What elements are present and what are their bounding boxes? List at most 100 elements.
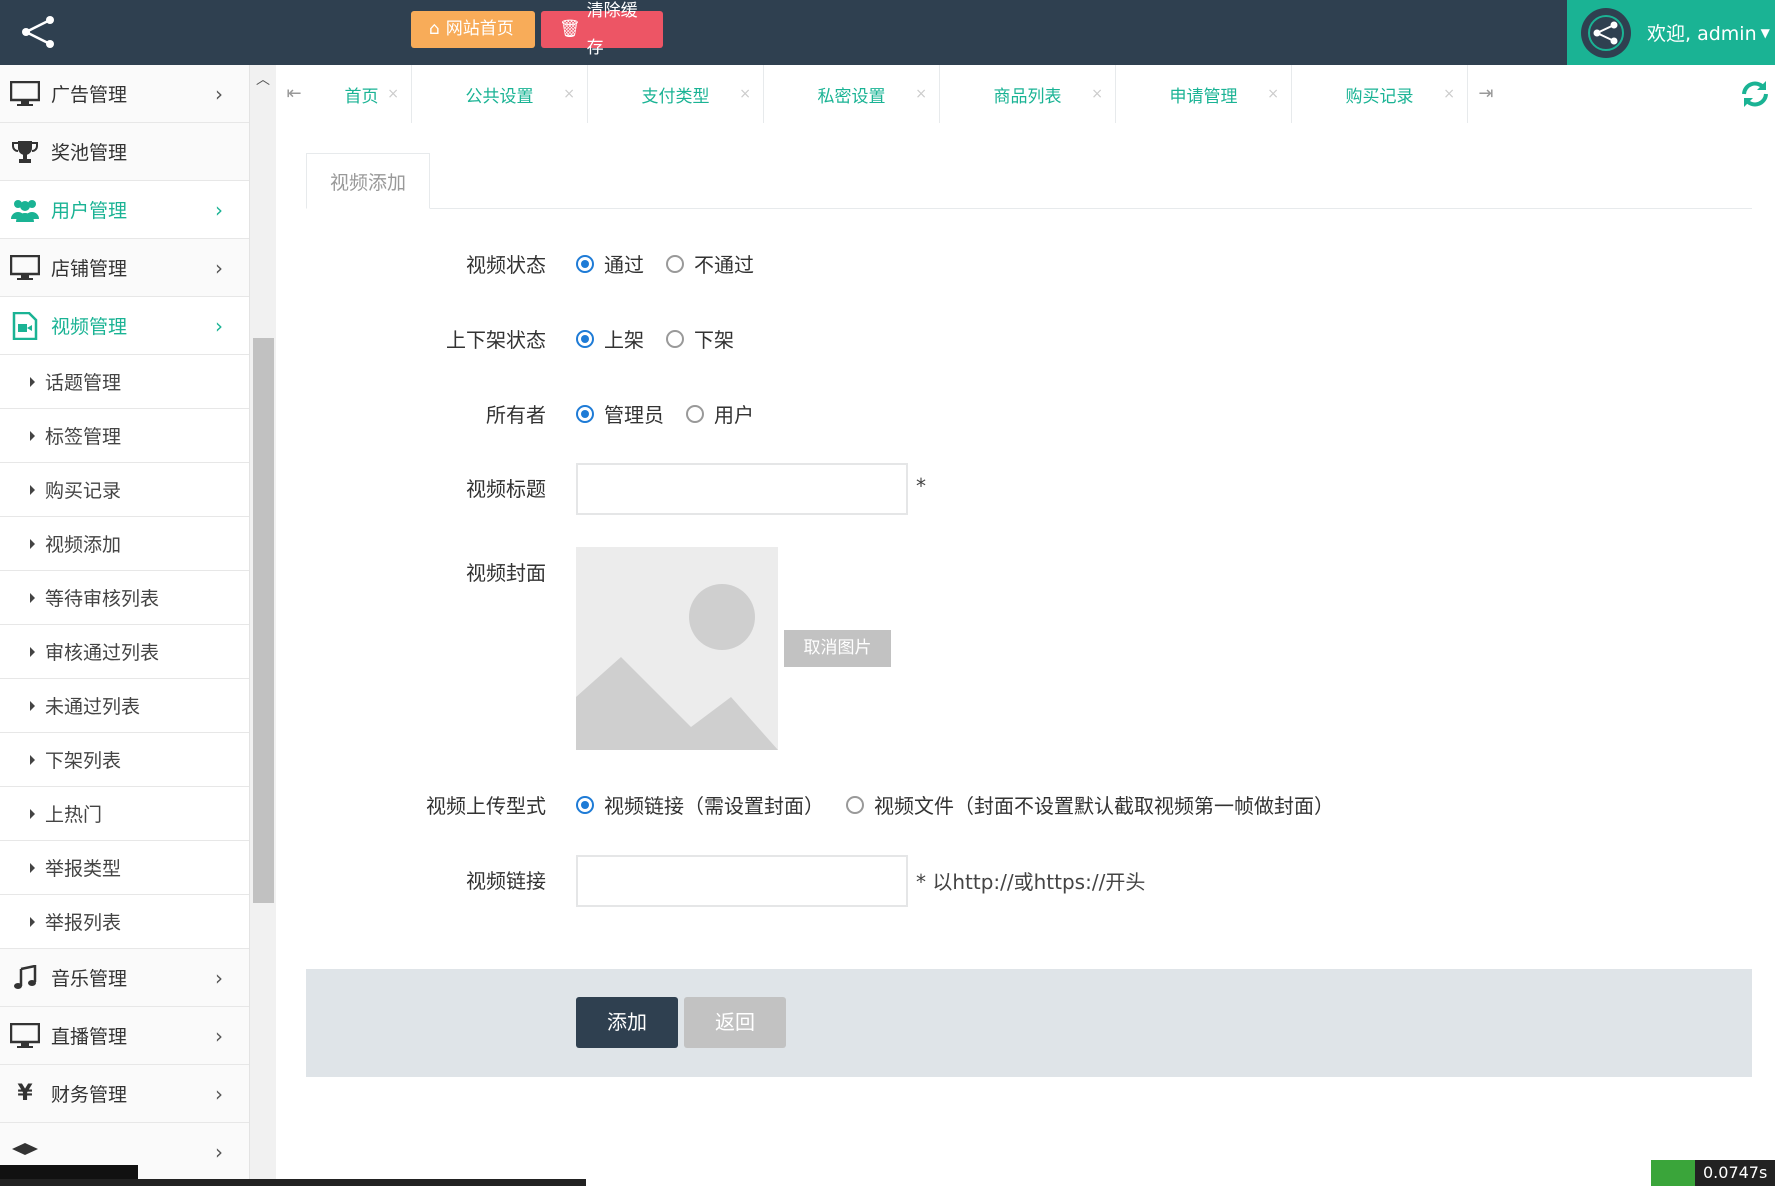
trash-icon: 🗑 bbox=[559, 19, 581, 39]
chevron-up-icon[interactable]: ︿ bbox=[256, 69, 270, 89]
sidebar-subitem-purchases[interactable]: 购买记录 bbox=[0, 463, 249, 517]
sidebar-scrollbar[interactable]: ︿ bbox=[249, 65, 277, 1186]
yen-icon: ¥ bbox=[17, 1081, 33, 1106]
caret-right-icon bbox=[30, 538, 35, 549]
tab-scroll-left-icon[interactable]: ⇤ bbox=[276, 65, 312, 123]
form-tab-add-video[interactable]: 视频添加 bbox=[306, 153, 430, 209]
close-icon[interactable]: × bbox=[915, 86, 927, 102]
sidebar-subitem-offline[interactable]: 下架列表 bbox=[0, 733, 249, 787]
close-icon[interactable]: × bbox=[1443, 86, 1455, 102]
close-icon[interactable]: × bbox=[739, 86, 751, 102]
bottom-bar bbox=[0, 1179, 586, 1186]
clear-cache-button[interactable]: 🗑 清除缓存 bbox=[541, 1, 663, 58]
close-icon[interactable]: × bbox=[563, 86, 575, 102]
chevron-right-icon: › bbox=[215, 81, 223, 106]
sidebar-item-videos[interactable]: 视频管理 › bbox=[0, 297, 249, 355]
status-pass-radio[interactable] bbox=[576, 254, 594, 273]
owner-user-radio[interactable] bbox=[686, 404, 704, 423]
trophy-icon bbox=[9, 136, 41, 168]
tab-applications[interactable]: 申请管理 × bbox=[1116, 65, 1292, 123]
caret-right-icon bbox=[30, 484, 35, 495]
tab-product-list[interactable]: 商品列表 × bbox=[940, 65, 1116, 123]
sidebar-subitem-approved[interactable]: 审核通过列表 bbox=[0, 625, 249, 679]
tab-divider bbox=[306, 208, 1752, 209]
sidebar-item-users[interactable]: 用户管理 › bbox=[0, 181, 249, 239]
chevron-right-icon: › bbox=[215, 965, 223, 990]
tab-home[interactable]: 首页 × bbox=[312, 65, 412, 123]
shelf-off-radio[interactable] bbox=[666, 329, 684, 348]
top-navbar: ⌂ 网站首页 🗑 清除缓存 欢迎, admin ▼ bbox=[0, 0, 1775, 65]
tab-purchase-records[interactable]: 购买记录 × bbox=[1292, 65, 1468, 123]
video-file-icon bbox=[9, 310, 41, 342]
video-title-label: 视频标题 bbox=[466, 477, 546, 501]
chevron-right-icon: › bbox=[215, 313, 223, 338]
tab-payment-types[interactable]: 支付类型 × bbox=[588, 65, 764, 123]
users-icon bbox=[9, 194, 41, 226]
sidebar-item-prize-pool[interactable]: 奖池管理 bbox=[0, 123, 249, 181]
video-status-radio-group: 通过 不通过 bbox=[576, 249, 776, 278]
sidebar-subitem-report-list[interactable]: 举报列表 bbox=[0, 895, 249, 949]
add-button[interactable]: 添加 bbox=[576, 997, 678, 1048]
sidebar-item-live[interactable]: 直播管理 › bbox=[0, 1007, 249, 1065]
tab-scroll-right-icon[interactable]: ⇥ bbox=[1468, 65, 1504, 123]
graduation-cap-icon bbox=[9, 1136, 41, 1168]
sidebar: 广告管理 › 奖池管理 用户管理 › 店铺管理 › 视频管理 › 话题管理 标签… bbox=[0, 65, 276, 1186]
video-link-input[interactable] bbox=[576, 855, 908, 907]
sidebar-item-finance[interactable]: ¥ 财务管理 › bbox=[0, 1065, 249, 1123]
sidebar-subitem-report-types[interactable]: 举报类型 bbox=[0, 841, 249, 895]
sidebar-item-shops[interactable]: 店铺管理 › bbox=[0, 239, 249, 297]
video-title-input[interactable] bbox=[576, 463, 908, 515]
scrollbar-thumb[interactable] bbox=[253, 338, 274, 903]
shelf-status-label: 上下架状态 bbox=[446, 328, 546, 352]
tab-private-settings[interactable]: 私密设置 × bbox=[764, 65, 940, 123]
back-button[interactable]: 返回 bbox=[684, 997, 786, 1048]
monitor-icon bbox=[9, 1020, 41, 1052]
avatar bbox=[1581, 7, 1631, 58]
owner-radio-group: 管理员 用户 bbox=[576, 399, 776, 428]
chevron-right-icon: › bbox=[215, 1139, 223, 1164]
caret-right-icon bbox=[30, 646, 35, 657]
sidebar-subitem-topics[interactable]: 话题管理 bbox=[0, 355, 249, 409]
chevron-right-icon: › bbox=[215, 1023, 223, 1048]
sidebar-subitem-tags[interactable]: 标签管理 bbox=[0, 409, 249, 463]
sidebar-item-ads[interactable]: 广告管理 › bbox=[0, 65, 249, 123]
sidebar-subitem-pending[interactable]: 等待审核列表 bbox=[0, 571, 249, 625]
debug-logo-icon[interactable] bbox=[1651, 1160, 1695, 1186]
form-actions: 添加 返回 bbox=[306, 969, 1752, 1077]
shelf-on-radio[interactable] bbox=[576, 329, 594, 348]
user-menu[interactable]: 欢迎, admin ▼ bbox=[1567, 0, 1775, 65]
bottom-bar-fragment bbox=[0, 1165, 138, 1179]
cover-image-placeholder[interactable] bbox=[576, 547, 778, 750]
page-tab-bar: ⇤ 首页 × 公共设置 × 支付类型 × 私密设置 × 商品列表 × 申请管理 × 购买记录… bbox=[276, 65, 1775, 124]
caret-right-icon bbox=[30, 916, 35, 927]
tab-public-settings[interactable]: 公共设置 × bbox=[412, 65, 588, 123]
sidebar-item-music[interactable]: 音乐管理 › bbox=[0, 949, 249, 1007]
video-link-label: 视频链接 bbox=[466, 869, 546, 893]
share-nodes-icon[interactable] bbox=[18, 12, 58, 52]
cancel-image-button[interactable]: 取消图片 bbox=[784, 630, 891, 667]
video-link-hint: * 以http://或https://开头 bbox=[916, 870, 1146, 894]
close-icon[interactable]: × bbox=[387, 86, 399, 102]
upload-link-radio[interactable] bbox=[576, 795, 594, 814]
video-status-label: 视频状态 bbox=[466, 253, 546, 277]
owner-admin-radio[interactable] bbox=[576, 404, 594, 423]
sidebar-subitem-rejected[interactable]: 未通过列表 bbox=[0, 679, 249, 733]
caret-right-icon bbox=[30, 700, 35, 711]
main-content: 视频添加 视频状态 通过 不通过 上下架状态 上架 下架 所有者 管理员 用户 … bbox=[276, 123, 1775, 1186]
caret-right-icon bbox=[30, 808, 35, 819]
website-home-button[interactable]: ⌂ 网站首页 bbox=[411, 11, 535, 48]
caret-right-icon bbox=[30, 754, 35, 765]
caret-right-icon bbox=[30, 376, 35, 387]
status-fail-radio[interactable] bbox=[666, 254, 684, 273]
upload-file-radio[interactable] bbox=[846, 795, 864, 814]
sidebar-subitem-hot[interactable]: 上热门 bbox=[0, 787, 249, 841]
close-icon[interactable]: × bbox=[1267, 86, 1279, 102]
welcome-text: 欢迎, admin bbox=[1647, 23, 1757, 45]
chevron-right-icon: › bbox=[215, 1081, 223, 1106]
music-icon bbox=[9, 962, 41, 994]
caret-right-icon bbox=[30, 430, 35, 441]
close-icon[interactable]: × bbox=[1091, 86, 1103, 102]
sidebar-subitem-add-video[interactable]: 视频添加 bbox=[0, 517, 249, 571]
monitor-icon bbox=[9, 252, 41, 284]
refresh-icon[interactable] bbox=[1735, 65, 1775, 123]
